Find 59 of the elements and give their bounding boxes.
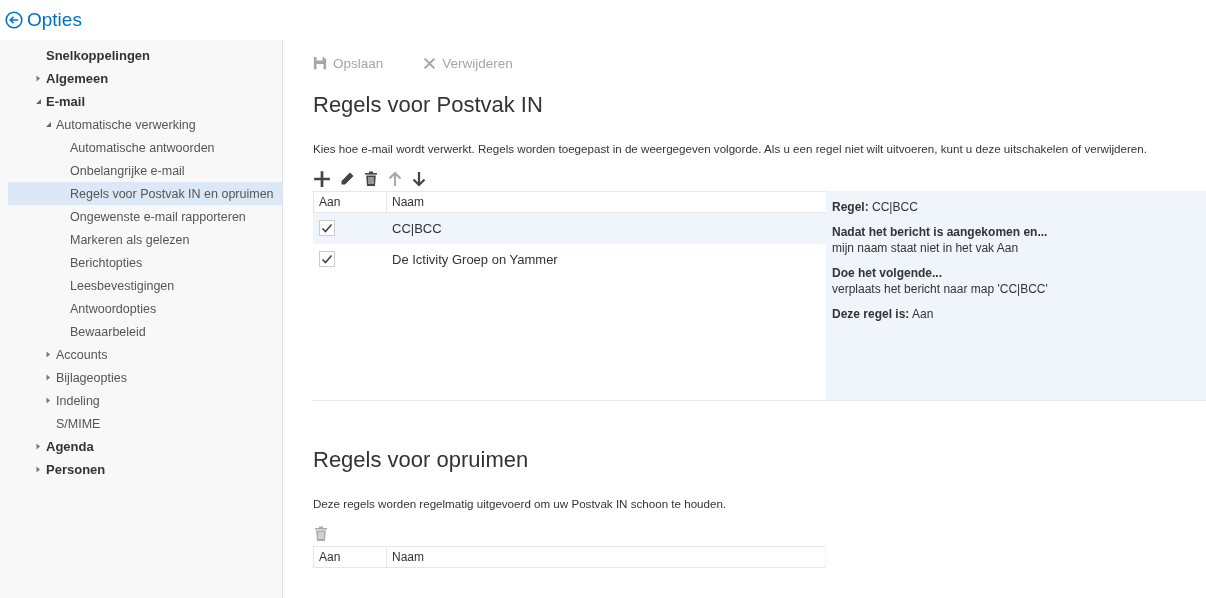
detail-text: verplaats het bericht naar map 'CC|BCC': [832, 282, 1049, 296]
collapsed-triangle-icon: [35, 466, 42, 473]
collapsed-triangle-icon: [35, 443, 42, 450]
sidebar-item[interactable]: Onbelangrijke e-mail: [8, 159, 282, 182]
detail-heading: Nadat het bericht is aangekomen en...: [832, 225, 1049, 239]
sidebar-item[interactable]: Personen: [8, 458, 282, 481]
section-heading: Regels voor Postvak IN: [313, 92, 544, 118]
checkbox[interactable]: [319, 251, 335, 267]
collapsed-triangle-icon: [45, 351, 52, 358]
sidebar-item[interactable]: Bewaarbeleid: [8, 320, 282, 343]
expanded-triangle-icon: [45, 121, 52, 128]
section-heading: Regels voor opruimen: [313, 447, 530, 473]
collapsed-triangle-icon: [45, 397, 52, 404]
sidebar-item[interactable]: Leesbevestigingen: [8, 274, 282, 297]
detail-heading: Doe het volgende...: [832, 266, 943, 280]
detail-line: Deze regel is: Aan: [832, 307, 935, 321]
sidebar-item[interactable]: Automatische verwerking: [8, 113, 282, 136]
sidebar-item[interactable]: Ongewenste e-mail rapporteren: [8, 205, 282, 228]
sidebar-item[interactable]: E-mail: [8, 90, 282, 113]
add-button[interactable]: [313, 170, 331, 188]
rule-row[interactable]: De Ictivity Groep on Yammer: [313, 244, 826, 275]
rule-name: CC|BCC: [391, 221, 442, 236]
down-arrow-icon: [411, 171, 427, 187]
detail-line: Regel: CC|BCC: [832, 200, 919, 214]
expanded-triangle-icon: [35, 98, 42, 105]
sidebar-item[interactable]: Antwoordopties: [8, 297, 282, 320]
sidebar-item[interactable]: Indeling: [8, 389, 282, 412]
sidebar-item[interactable]: S/MIME: [8, 412, 282, 435]
delete-button[interactable]: [363, 171, 379, 187]
sidebar-item[interactable]: Automatische antwoorden: [8, 136, 282, 159]
detail-text: mijn naam staat niet in het vak Aan: [832, 241, 1020, 255]
sidebar-item[interactable]: Algemeen: [8, 67, 282, 90]
move-down-button[interactable]: [411, 171, 427, 187]
checkbox[interactable]: [319, 220, 335, 236]
rule-name: De Ictivity Groep on Yammer: [391, 252, 558, 267]
sidebar-item[interactable]: Accounts: [8, 343, 282, 366]
rule-row[interactable]: CC|BCC: [313, 213, 826, 244]
section-description: Deze regels worden regelmatig uitgevoerd om uw Postvak IN schoon te houden.: [313, 497, 728, 510]
section-description: Kies hoe e-mail wordt verwerkt. Regels worden toegepast in de weergegeven volgorde. Als u een regel niet wilt uitvoeren, kunt u deze uitschakelen of verwijderen.: [313, 142, 1148, 155]
column-header: Aan: [314, 192, 387, 212]
trash-icon: [313, 526, 329, 542]
column-header: Naam: [391, 549, 424, 566]
sidebar-item[interactable]: Snelkoppelingen: [8, 44, 282, 67]
column-header: Aan: [314, 547, 387, 567]
page-title: Opties: [27, 9, 82, 31]
sidebar-item[interactable]: Markeren als gelezen: [8, 228, 282, 251]
up-arrow-icon: [387, 171, 403, 187]
edit-button[interactable]: [339, 171, 355, 187]
close-icon: [423, 56, 437, 70]
pencil-icon: [339, 171, 355, 187]
trash-icon: [363, 171, 379, 187]
sidebar-item[interactable]: Bijlageopties: [8, 366, 282, 389]
sidebar-item[interactable]: Regels voor Postvak IN en opruimen: [8, 182, 282, 205]
column-header: Naam: [391, 194, 424, 211]
sidebar-item[interactable]: Agenda: [8, 435, 282, 458]
collapsed-triangle-icon: [35, 75, 42, 82]
collapsed-triangle-icon: [45, 374, 52, 381]
sidebar-item[interactable]: Berichtopties: [8, 251, 282, 274]
add-icon: [313, 170, 331, 188]
